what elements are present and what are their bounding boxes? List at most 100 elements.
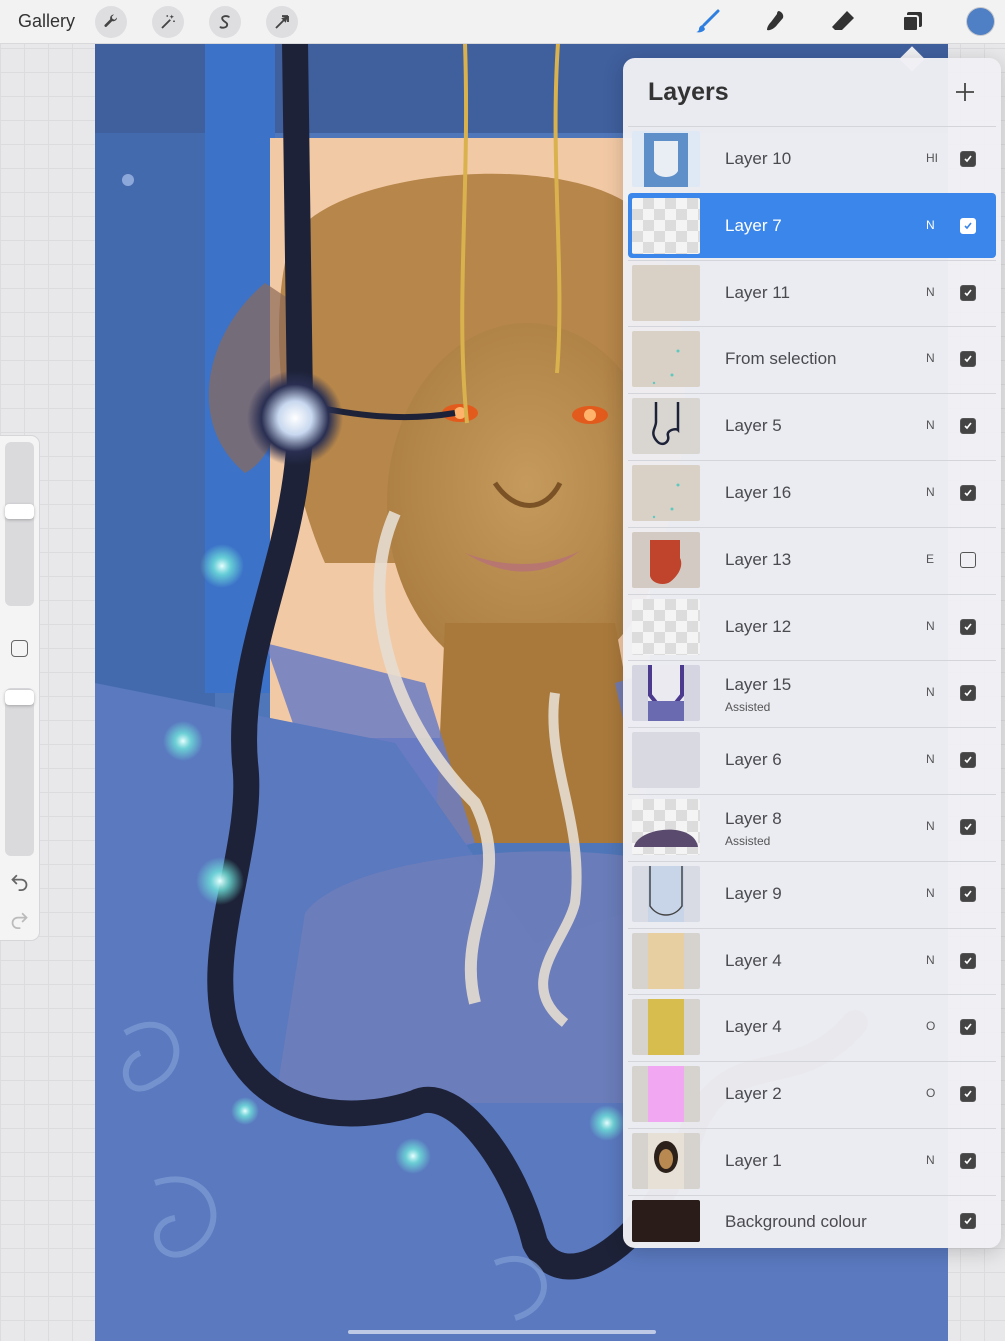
layer-row[interactable]: Layer 15 Assisted N	[628, 660, 996, 725]
selection-icon[interactable]	[209, 6, 241, 38]
current-color-swatch[interactable]	[967, 8, 994, 35]
layer-row[interactable]: Layer 13 E	[628, 526, 996, 592]
blend-mode-button[interactable]: N	[926, 619, 935, 633]
background-colour-label: Background colour	[725, 1211, 867, 1231]
blend-mode-button[interactable]: N	[926, 752, 935, 766]
visibility-checkbox[interactable]	[960, 418, 976, 435]
blend-mode-button[interactable]: O	[926, 1019, 935, 1033]
brush-icon[interactable]	[690, 6, 724, 38]
layer-row[interactable]: Layer 10 HI	[628, 126, 996, 191]
layer-row[interactable]: Layer 7 N	[628, 192, 996, 258]
brush-size-thumb[interactable]	[5, 504, 34, 519]
transform-arrow-icon[interactable]	[266, 6, 298, 38]
visibility-checkbox[interactable]	[960, 151, 976, 167]
layer-thumbnail[interactable]	[632, 598, 700, 655]
visibility-checkbox[interactable]	[960, 1019, 976, 1036]
visibility-checkbox[interactable]	[960, 885, 976, 902]
blend-mode-button[interactable]: N	[926, 1153, 935, 1167]
layer-thumbnail[interactable]	[632, 531, 700, 588]
layer-thumbnail[interactable]	[632, 932, 700, 989]
layer-thumbnail[interactable]	[632, 732, 700, 789]
brush-size-slider[interactable]	[5, 442, 34, 606]
layer-thumbnail[interactable]	[632, 264, 700, 321]
blend-mode-button[interactable]: E	[926, 552, 934, 566]
layer-thumbnail[interactable]	[632, 1133, 700, 1189]
visibility-checkbox[interactable]	[960, 685, 976, 702]
layer-thumbnail[interactable]	[632, 465, 700, 521]
layer-name: Layer 16	[725, 483, 792, 502]
smudge-icon[interactable]	[758, 6, 792, 38]
left-sidebar	[0, 436, 39, 940]
blend-mode-button[interactable]: N	[926, 218, 935, 232]
layer-name: Layer 4	[725, 1017, 782, 1037]
blend-mode-button[interactable]: N	[926, 819, 935, 833]
layer-row[interactable]: Layer 8 Assisted N	[628, 794, 996, 859]
background-colour-row[interactable]: Background colour	[628, 1194, 996, 1248]
layer-name: Layer 4	[725, 950, 782, 970]
layer-subtitle: Assisted	[725, 700, 771, 715]
visibility-checkbox[interactable]	[960, 485, 976, 501]
layer-thumbnail[interactable]	[632, 999, 700, 1056]
layer-row[interactable]: Layer 6 N	[628, 727, 996, 792]
layer-name: Layer 15	[725, 675, 792, 695]
layer-row[interactable]: Layer 16 N	[628, 460, 996, 525]
blend-mode-button[interactable]: N	[926, 485, 935, 499]
layer-thumbnail[interactable]	[632, 331, 700, 388]
gallery-button[interactable]: Gallery	[18, 11, 75, 32]
blend-mode-button[interactable]: N	[926, 685, 935, 699]
magic-wand-icon[interactable]	[152, 6, 184, 38]
layers-panel-title: Layers	[648, 78, 729, 106]
layer-row[interactable]: Layer 9 N	[628, 860, 996, 926]
background-colour-swatch[interactable]	[632, 1199, 700, 1242]
blend-mode-button[interactable]: N	[926, 953, 935, 967]
wrench-icon[interactable]	[95, 6, 127, 38]
layer-subtitle: Assisted	[725, 834, 771, 848]
modify-button[interactable]	[11, 640, 28, 657]
blend-mode-button[interactable]: N	[926, 285, 935, 299]
layer-row[interactable]: Layer 12 N	[628, 593, 996, 659]
visibility-checkbox[interactable]	[960, 351, 976, 368]
layer-row[interactable]: From selection N	[628, 326, 996, 391]
layer-thumbnail[interactable]	[632, 1066, 700, 1123]
layer-row[interactable]: Layer 11 N	[628, 259, 996, 325]
redo-arrow-icon[interactable]	[9, 908, 30, 929]
layer-row[interactable]: Layer 1 N	[628, 1128, 996, 1193]
layer-thumbnail[interactable]	[632, 799, 700, 855]
blend-mode-button[interactable]: N	[926, 351, 935, 365]
visibility-checkbox[interactable]	[960, 752, 976, 769]
visibility-checkbox[interactable]	[960, 618, 976, 635]
visibility-checkbox[interactable]	[960, 284, 976, 301]
plus-icon[interactable]	[953, 80, 977, 104]
top-toolbar: Gallery	[0, 0, 1005, 44]
layer-row[interactable]: Layer 2 O	[628, 1061, 996, 1126]
layer-name: Layer 10	[725, 149, 792, 168]
layer-thumbnail[interactable]	[632, 131, 700, 187]
visibility-checkbox[interactable]	[960, 952, 976, 969]
layers-panel: Layers Layer 10 HI Layer 7 N Layer 11 N From s…	[623, 58, 1001, 1248]
layer-thumbnail[interactable]	[632, 865, 700, 922]
blend-mode-button[interactable]: N	[926, 886, 935, 900]
layer-thumbnail[interactable]	[632, 197, 700, 254]
layer-name: Layer 11	[725, 282, 790, 302]
visibility-checkbox[interactable]	[960, 1086, 976, 1103]
blend-mode-button[interactable]: O	[926, 1086, 935, 1100]
visibility-checkbox[interactable]	[960, 1212, 976, 1229]
layer-row[interactable]: Layer 4 N	[628, 927, 996, 993]
visibility-checkbox[interactable]	[960, 217, 976, 234]
layer-row[interactable]: Layer 4 O	[628, 994, 996, 1059]
layer-name: Layer 13	[725, 549, 792, 569]
opacity-slider[interactable]	[5, 688, 34, 856]
layer-thumbnail[interactable]	[632, 398, 700, 455]
blend-mode-button[interactable]: HI	[926, 151, 938, 165]
blend-mode-button[interactable]: N	[926, 418, 935, 432]
layer-thumbnail[interactable]	[632, 665, 700, 722]
undo-arrow-icon[interactable]	[9, 870, 30, 891]
layer-row[interactable]: Layer 5 N	[628, 393, 996, 458]
layer-name: From selection	[725, 349, 837, 369]
visibility-checkbox[interactable]	[960, 819, 976, 835]
visibility-checkbox[interactable]	[960, 551, 976, 568]
opacity-thumb[interactable]	[5, 690, 34, 705]
visibility-checkbox[interactable]	[960, 1153, 976, 1169]
eraser-icon[interactable]	[826, 6, 860, 38]
layers-icon[interactable]	[895, 6, 929, 38]
